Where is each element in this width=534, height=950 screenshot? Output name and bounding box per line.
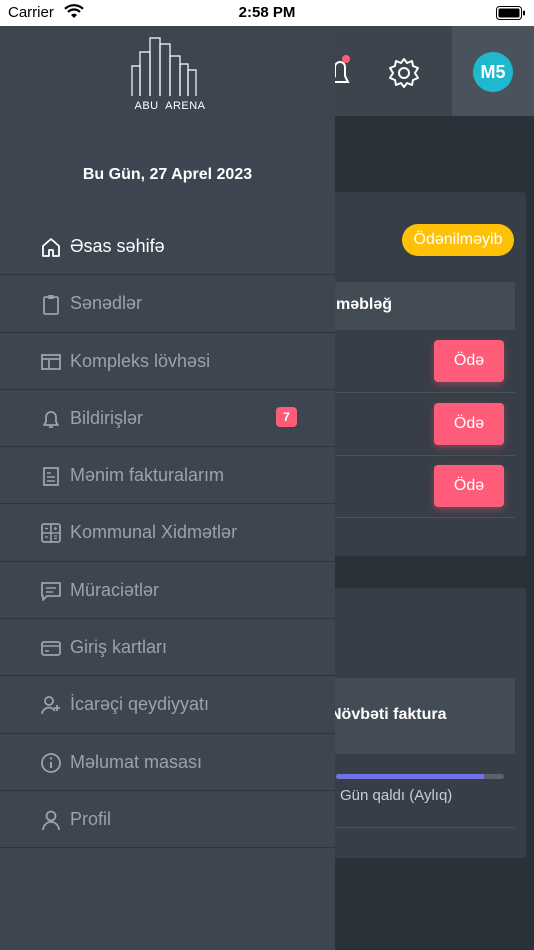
user-icon [42,810,60,831]
menu-item-label: Mənim fakturalarım [70,465,225,486]
calculator-icon [41,523,61,544]
add-user-icon [41,696,60,715]
unpaid-status-badge: Ödənilməyib [402,224,514,256]
row-divider [310,455,515,456]
next-invoice-label: Növbəti faktura [330,706,447,723]
battery-icon [496,6,525,20]
menu-item-profile[interactable]: Profil [0,791,335,849]
menu-item-label: Sənədlər [70,293,143,314]
menu-item-home[interactable]: Əsas səhifə [0,218,335,276]
clock: 2:58 PM [238,4,296,21]
menu-item-label: Kompleks lövhəsi [70,350,211,371]
menu-item-tenant-registration[interactable]: İcarəçi qeydiyyatı [0,676,335,734]
bell-icon [43,411,59,428]
pay-button[interactable]: Ödə [434,340,504,382]
menu-item-requests[interactable]: Müraciətlər [0,562,335,620]
menu-item-label: Məlumat masası [70,751,203,772]
row-divider [310,517,515,518]
user-avatar[interactable]: M5 [473,52,513,92]
days-progress-bar [336,774,504,779]
next-invoice-header: Növbəti faktura [310,678,515,754]
menu-item-complex-board[interactable]: Kompleks lövhəsi [0,333,335,390]
info-icon [41,752,61,773]
card-icon [41,641,61,656]
menu-item-label: Profil [70,808,112,829]
menu-item-my-invoices[interactable]: Mənim fakturalarım [0,447,335,505]
navigation-drawer: ABU ARENA Bu Gün, 27 Aprel 2023 Əsas səh… [0,26,335,950]
row-divider [310,392,515,393]
invoice-icon [43,467,59,487]
notification-count-badge: 7 [276,406,297,427]
menu-item-label: Kommunal Xidmətlər [70,522,238,543]
today-date: Bu Gün, 27 Aprel 2023 [82,166,253,183]
menu-item-utilities[interactable]: Kommunal Xidmətlər [0,504,335,562]
logo-text: ABU ARENA [134,100,206,112]
board-icon [41,353,61,370]
amount-header-label: məbləğ [336,296,393,313]
status-bar: Carrier 2:58 PM [0,0,534,26]
row-divider [310,827,515,828]
drawer-menu: Əsas səhifə Sənədlər Kompleks lövhəsi Bi… [0,218,335,849]
menu-item-label: Müraciətlər [70,579,160,600]
home-icon [42,238,60,257]
menu-item-label: Giriş kartları [70,637,168,658]
menu-item-info-desk[interactable]: Məlumat masası [0,734,335,791]
pay-button[interactable]: Ödə [434,465,504,507]
settings-gear-icon[interactable] [388,57,420,89]
clipboard-icon [43,295,59,316]
progress-fill [336,774,484,779]
menu-item-label: Əsas səhifə [70,236,165,256]
amount-column-header: məbləğ [310,282,515,330]
menu-item-notifications[interactable]: Bildirişlər 7 [0,390,335,448]
menu-item-label: İcarəçi qeydiyyatı [70,694,210,715]
days-left-label: Gün qaldı (Aylıq) [340,787,453,804]
menu-item-documents[interactable]: Sənədlər [0,275,335,333]
menu-item-access-cards[interactable]: Giriş kartları [0,619,335,677]
message-icon [41,581,61,601]
menu-item-label: Bildirişlər [70,407,144,428]
pay-button[interactable]: Ödə [434,403,504,445]
